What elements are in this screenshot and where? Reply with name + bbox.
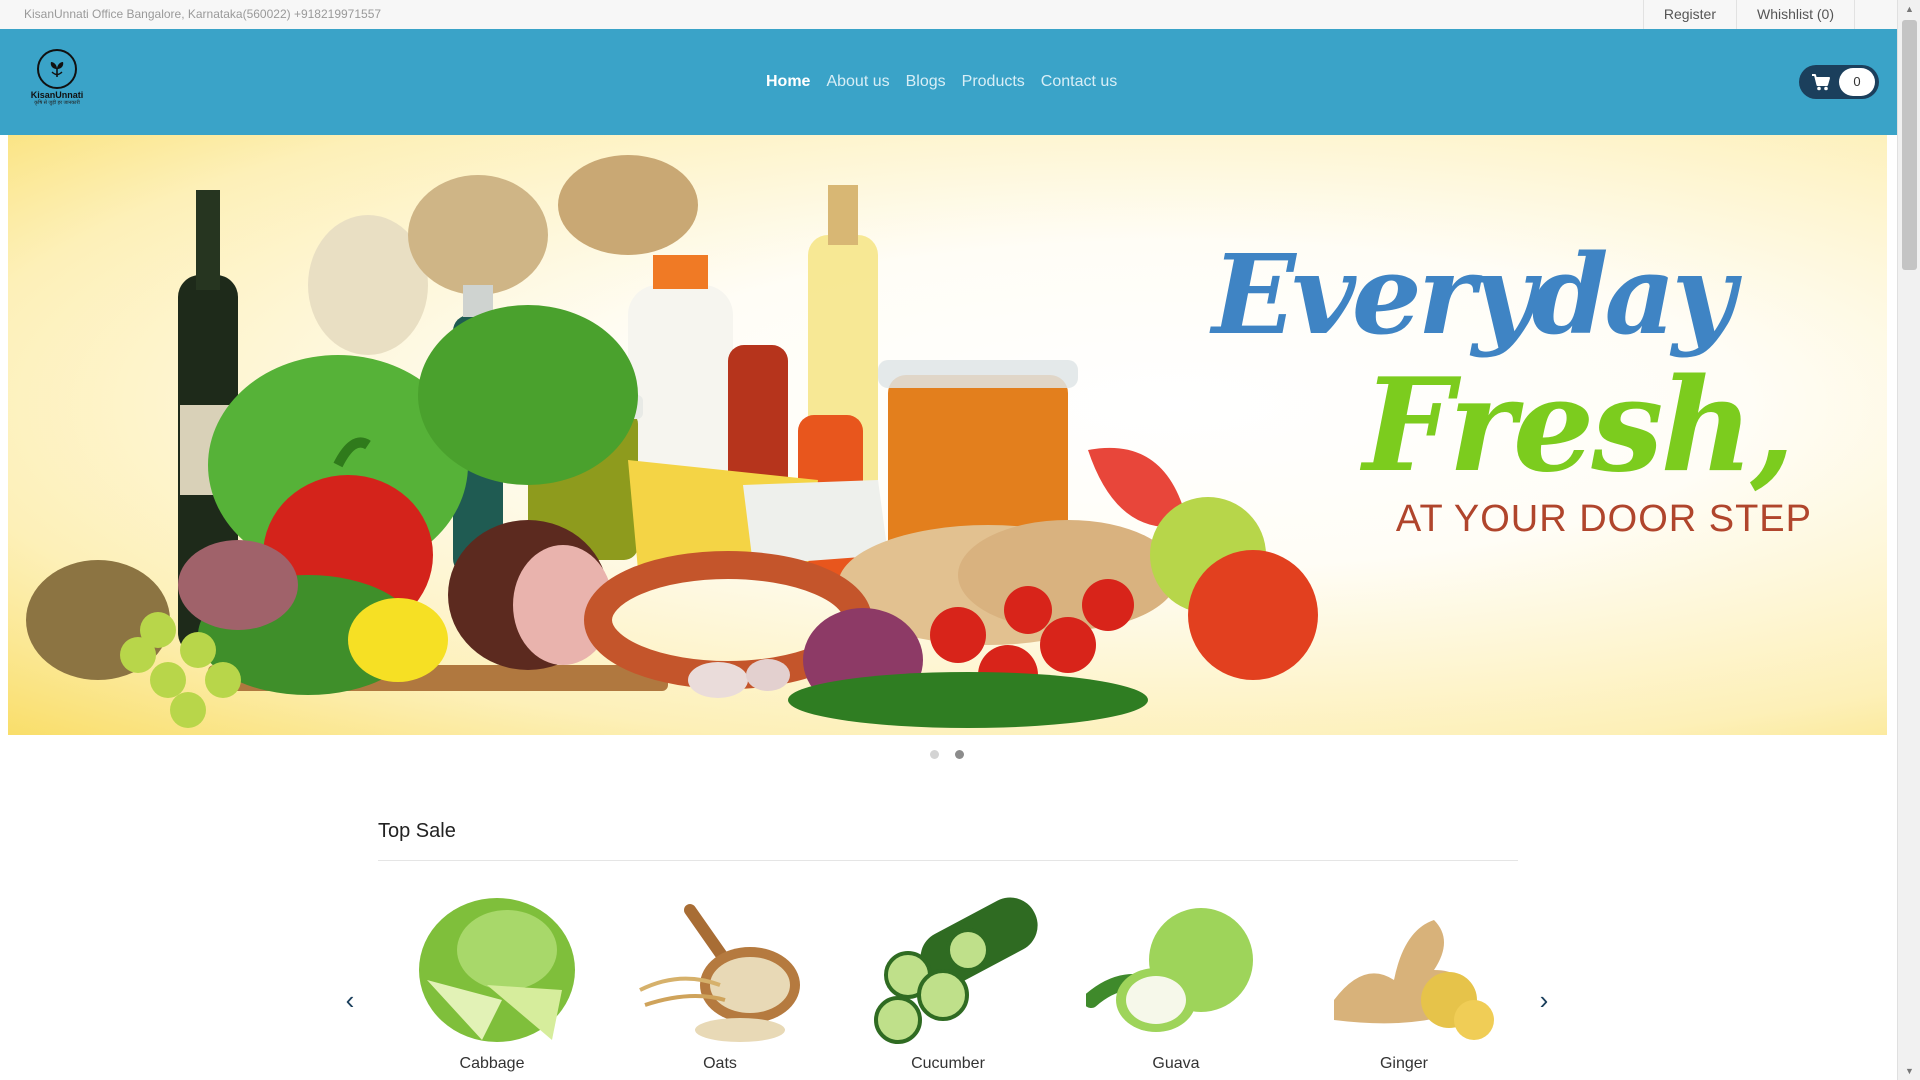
logo-tagline: कृषि से जुड़ी हर जानकारी: [34, 100, 80, 106]
top-sale-carousel: Cabbage Oats Cucumber Guava Ginger: [378, 880, 1518, 1080]
nav-contact-us[interactable]: Contact us: [1041, 73, 1117, 91]
office-address: KisanUnnati Office Bangalore, Karnataka(…: [24, 7, 382, 21]
site-logo[interactable]: KisanUnnati कृषि से जुड़ी हर जानकारी: [26, 49, 88, 115]
cabbage-image: [419, 898, 575, 1042]
leaf-logo-icon: [37, 49, 77, 89]
carousel-prev-icon[interactable]: ‹: [340, 985, 360, 1016]
top-info-bar: KisanUnnati Office Bangalore, Karnataka(…: [0, 0, 1897, 30]
main-nav: Home About us Blogs Products Contact us: [766, 29, 1117, 135]
main-header: KisanUnnati कृषि से जुड़ी हर जानकारी Hom…: [0, 29, 1897, 135]
section-divider: [378, 860, 1518, 861]
scroll-up-icon[interactable]: ▲: [1898, 0, 1920, 18]
banner-doorstep: AT YOUR DOOR STEP: [1395, 498, 1812, 540]
carousel-dots: [930, 750, 964, 759]
carousel-dot-2[interactable]: [955, 750, 964, 759]
scroll-thumb[interactable]: [1902, 20, 1917, 270]
logo-name: KisanUnnati: [30, 90, 84, 100]
product-card[interactable]: Cucumber: [834, 880, 1062, 1080]
product-card[interactable]: Oats: [606, 880, 834, 1080]
page-scrollbar[interactable]: ▲ ▼: [1897, 0, 1920, 1080]
nav-about-us[interactable]: About us: [826, 73, 889, 91]
guava-image: [1086, 908, 1253, 1032]
cucumber-image: [874, 897, 1038, 1044]
register-link[interactable]: Register: [1642, 0, 1736, 29]
product-name: Ginger: [1379, 1055, 1429, 1072]
banner-fresh: Fresh,: [1362, 351, 1795, 501]
nav-blogs[interactable]: Blogs: [906, 73, 946, 91]
scroll-down-icon[interactable]: ▼: [1898, 1062, 1920, 1080]
nav-home[interactable]: Home: [766, 73, 810, 91]
product-card[interactable]: Cabbage: [378, 880, 606, 1080]
product-name: Cabbage: [459, 1055, 525, 1072]
groceries-illustration: [26, 155, 1318, 728]
ginger-image: [1334, 920, 1494, 1040]
carousel-next-icon[interactable]: ›: [1534, 985, 1554, 1016]
top-sale-title: Top Sale: [378, 820, 456, 842]
shopping-cart-icon: [1811, 73, 1831, 96]
cart-button[interactable]: 0: [1799, 65, 1879, 99]
product-card[interactable]: Ginger: [1290, 880, 1518, 1080]
wishlist-link[interactable]: Whishlist (0): [1735, 0, 1855, 29]
carousel-dot-1[interactable]: [930, 750, 939, 759]
banner-everyday: Everyday: [1212, 230, 1736, 359]
product-name: Cucumber: [911, 1055, 985, 1072]
banner-slogan: Everyday Fresh, AT YOUR DOOR STEP: [1212, 240, 1812, 541]
hero-banner[interactable]: Everyday Fresh, AT YOUR DOOR STEP: [8, 135, 1887, 735]
account-links: Register Whishlist (0): [1642, 0, 1855, 29]
cart-count: 0: [1839, 68, 1875, 96]
oats-image: [639, 904, 800, 1042]
nav-products[interactable]: Products: [962, 73, 1025, 91]
product-name: Guava: [1152, 1055, 1200, 1072]
product-name: Oats: [703, 1055, 737, 1072]
product-card[interactable]: Guava: [1062, 880, 1290, 1080]
